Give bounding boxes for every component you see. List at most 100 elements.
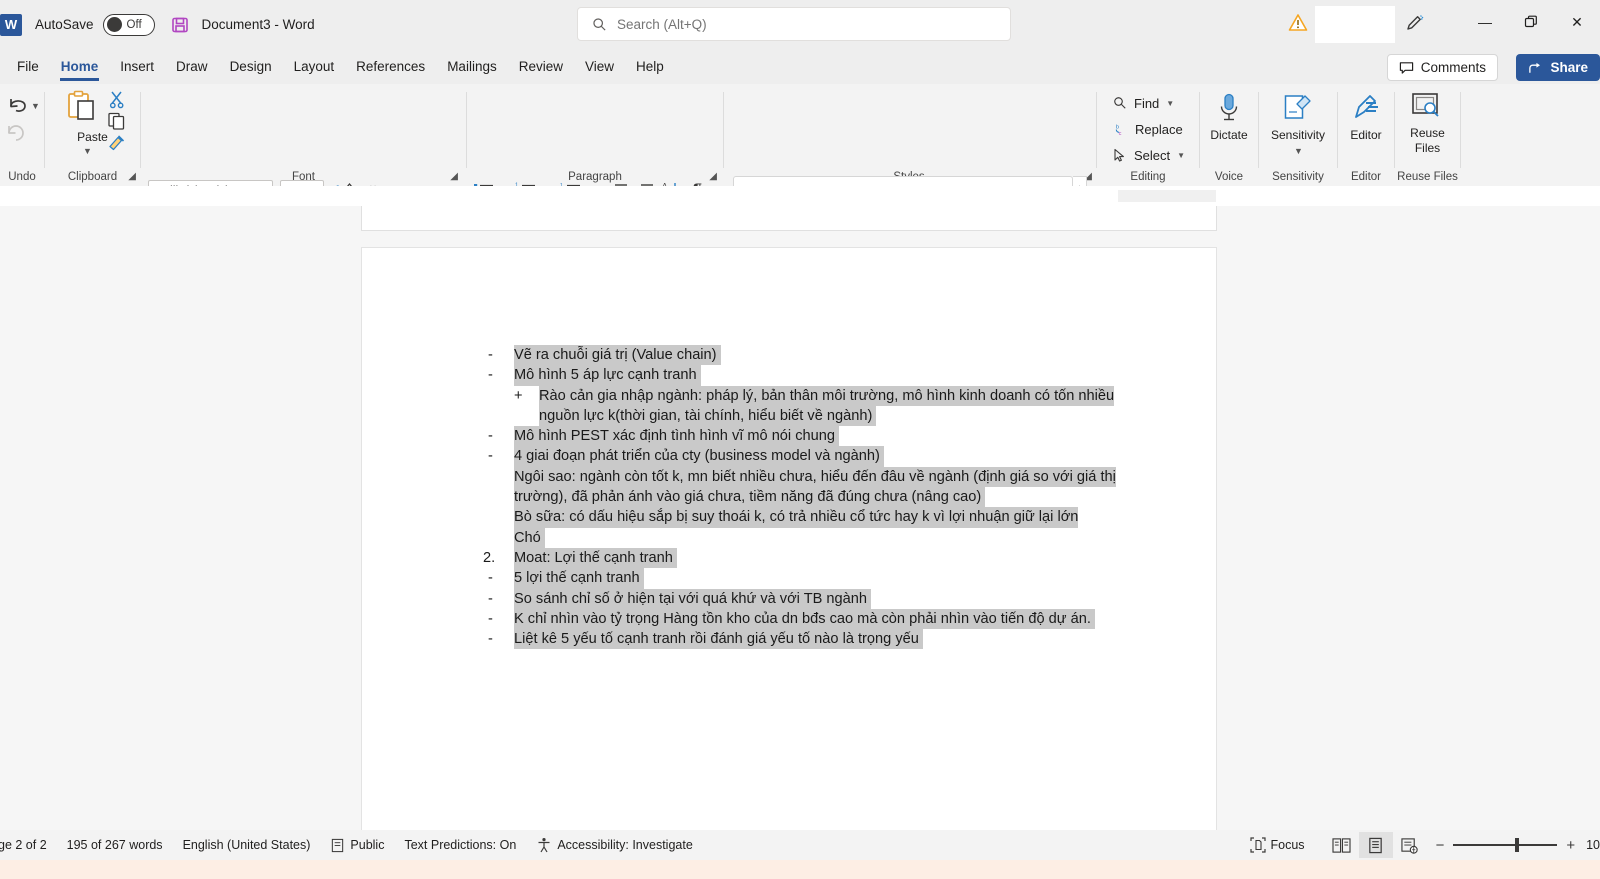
tab-layout[interactable]: Layout — [283, 52, 346, 82]
ribbon-group-paragraph-label: Paragraph — [568, 171, 622, 183]
sensitivity-label-icon — [330, 838, 345, 853]
zoom-slider-thumb[interactable] — [1515, 838, 1520, 852]
document-text-body[interactable]: - Vẽ ra chuỗi giá trị (Value chain) - Mô h… — [362, 345, 1218, 650]
read-mode-icon[interactable] — [1325, 832, 1359, 858]
undo-dropdown-chevron-down-icon[interactable]: ▼ — [31, 101, 40, 111]
document-line-text: Moat: Lợi thế cạnh tranh — [514, 547, 677, 569]
page-2[interactable]: - Vẽ ra chuỗi giá trị (Value chain) - Mô h… — [361, 247, 1217, 835]
microphone-icon[interactable] — [1217, 93, 1241, 123]
zoom-slider[interactable] — [1453, 837, 1558, 853]
document-line[interactable]: 2. Moat: Lợi thế cạnh tranh — [362, 547, 1218, 569]
zoom-out-button[interactable]: − — [1436, 837, 1445, 854]
document-line-text: Vẽ ra chuỗi giá trị (Value chain) — [514, 345, 721, 366]
list-marker: 2. — [483, 549, 496, 566]
comments-button[interactable]: Comments — [1386, 54, 1498, 81]
close-button[interactable]: ✕ — [1554, 0, 1600, 44]
document-line-text: Rào cản gia nhập ngành: pháp lý, bản thâ… — [539, 385, 1115, 406]
document-line[interactable]: - Liệt kê 5 yếu tố cạnh tranh rồi đánh gi… — [362, 629, 1218, 650]
restore-button[interactable] — [1508, 0, 1554, 44]
save-icon[interactable] — [170, 15, 190, 35]
document-line[interactable]: - Mô hình PEST xác định tình hình vĩ mô n… — [362, 426, 1218, 447]
account-area[interactable] — [1315, 6, 1395, 43]
document-line[interactable]: - 4 giai đoạn phát triển của cty (busines… — [362, 446, 1218, 467]
ribbon-group-font: Font ◢ — [141, 84, 466, 186]
clipboard-dialog-launcher-icon[interactable]: ◢ — [128, 171, 136, 182]
document-line[interactable]: Bò sữa: có dấu hiệu sắp bị suy thoái k, … — [362, 507, 1218, 528]
document-canvas[interactable]: - Vẽ ra chuỗi giá trị (Value chain) - Mô h… — [0, 206, 1600, 835]
autosave-toggle[interactable]: Off — [102, 13, 155, 36]
reuse-files-label-line1[interactable]: Reuse — [1395, 126, 1460, 140]
page-indicator[interactable]: ge 2 of 2 — [0, 838, 47, 852]
document-line[interactable]: - Vẽ ra chuỗi giá trị (Value chain) — [362, 345, 1218, 366]
document-line[interactable]: Ngôi sao: ngành còn tốt k, mn biết nhiều… — [362, 466, 1218, 488]
word-count[interactable]: 195 of 267 words — [67, 838, 163, 852]
tab-home[interactable]: Home — [50, 52, 110, 82]
document-line[interactable]: - Mô hình 5 áp lực cạnh tranh — [362, 365, 1218, 386]
tab-references[interactable]: References — [345, 52, 436, 82]
warning-icon[interactable] — [1288, 13, 1308, 32]
zoom-in-button[interactable]: + — [1566, 837, 1575, 854]
text-predictions-status[interactable]: Text Predictions: On — [404, 838, 516, 852]
paste-dropdown-chevron-down-icon[interactable]: ▼ — [83, 146, 92, 156]
list-marker: - — [488, 367, 493, 384]
editor-pen-icon[interactable] — [1353, 93, 1381, 121]
tab-mailings[interactable]: Mailings — [436, 52, 508, 82]
tab-draw[interactable]: Draw — [165, 52, 219, 82]
paragraph-dialog-launcher-icon[interactable]: ◢ — [709, 171, 717, 182]
sensitivity-status[interactable]: Public — [330, 838, 384, 853]
ribbon-group-undo-label: Undo — [8, 171, 36, 183]
minimize-button[interactable]: — — [1462, 0, 1508, 44]
ruler[interactable] — [0, 186, 1600, 398]
document-line[interactable]: Chó — [362, 527, 1218, 548]
comment-icon — [1399, 61, 1414, 75]
replace-button[interactable]: bc Replace — [1113, 116, 1183, 142]
undo-arrow-icon[interactable] — [5, 94, 31, 118]
print-layout-icon[interactable] — [1358, 832, 1393, 858]
sensitivity-chevron-down-icon[interactable]: ▼ — [1294, 146, 1303, 156]
tab-file[interactable]: File — [6, 52, 50, 82]
sensitivity-label[interactable]: Sensitivity — [1259, 128, 1337, 142]
find-label: Find — [1134, 95, 1160, 111]
editor-label[interactable]: Editor — [1338, 128, 1394, 142]
document-title[interactable]: Document3 - Word — [202, 17, 315, 32]
document-line[interactable]: + Rào cản gia nhập ngành: pháp lý, bản th… — [362, 385, 1218, 406]
reuse-files-label-line2[interactable]: Files — [1395, 141, 1460, 155]
language-indicator[interactable]: English (United States) — [183, 838, 311, 852]
focus-button[interactable]: Focus — [1249, 837, 1305, 853]
search-icon — [1113, 96, 1127, 110]
tab-design[interactable]: Design — [219, 52, 283, 82]
dictate-label[interactable]: Dictate — [1200, 128, 1258, 142]
format-painter-icon[interactable] — [107, 133, 127, 151]
copy-icon[interactable] — [107, 111, 127, 131]
web-layout-icon[interactable] — [1393, 832, 1427, 858]
document-line[interactable]: nguồn lực k(thời gian, tài chính, hiểu b… — [362, 405, 1218, 427]
paste-button[interactable] — [62, 90, 100, 126]
tab-insert[interactable]: Insert — [109, 52, 165, 82]
search-input[interactable] — [617, 16, 987, 32]
cursor-arrow-icon — [1113, 148, 1127, 163]
document-line-text: K chỉ nhìn vào tỷ trọng Hàng tồn kho của… — [514, 608, 1095, 630]
document-line[interactable]: - So sánh chỉ số ở hiện tại với quá khứ v… — [362, 588, 1218, 609]
reuse-files-icon[interactable] — [1411, 92, 1443, 120]
tab-review[interactable]: Review — [508, 52, 574, 82]
search-box[interactable] — [577, 7, 1011, 41]
ribbon-group-voice-label: Voice — [1214, 171, 1244, 183]
scissors-icon[interactable] — [107, 89, 127, 109]
share-button[interactable]: Share — [1516, 54, 1600, 81]
accessibility-status[interactable]: Accessibility: Investigate — [536, 837, 693, 853]
select-label: Select — [1134, 147, 1171, 163]
sensitivity-status-label: Public — [350, 838, 385, 852]
tab-help[interactable]: Help — [625, 52, 675, 82]
ribbon-group-editor: Editor Editor — [1338, 84, 1394, 186]
pen-edit-icon[interactable] — [1404, 13, 1424, 33]
document-line[interactable]: trường), đã phản ánh vào giá chưa, tiềm … — [362, 487, 1218, 508]
tab-view[interactable]: View — [574, 52, 625, 82]
select-button[interactable]: Select ▼ — [1113, 142, 1185, 168]
zoom-level[interactable]: 10 — [1586, 838, 1600, 852]
document-line[interactable]: - K chỉ nhìn vào tỷ trọng Hàng tồn kho củ… — [362, 608, 1218, 630]
find-button[interactable]: Find ▼ — [1113, 90, 1174, 116]
redo-arrow-icon[interactable] — [5, 122, 29, 144]
ribbon-group-undo: ▼ Undo — [0, 84, 44, 186]
document-line[interactable]: - 5 lợi thế cạnh tranh — [362, 568, 1218, 589]
sensitivity-icon[interactable] — [1283, 92, 1313, 122]
